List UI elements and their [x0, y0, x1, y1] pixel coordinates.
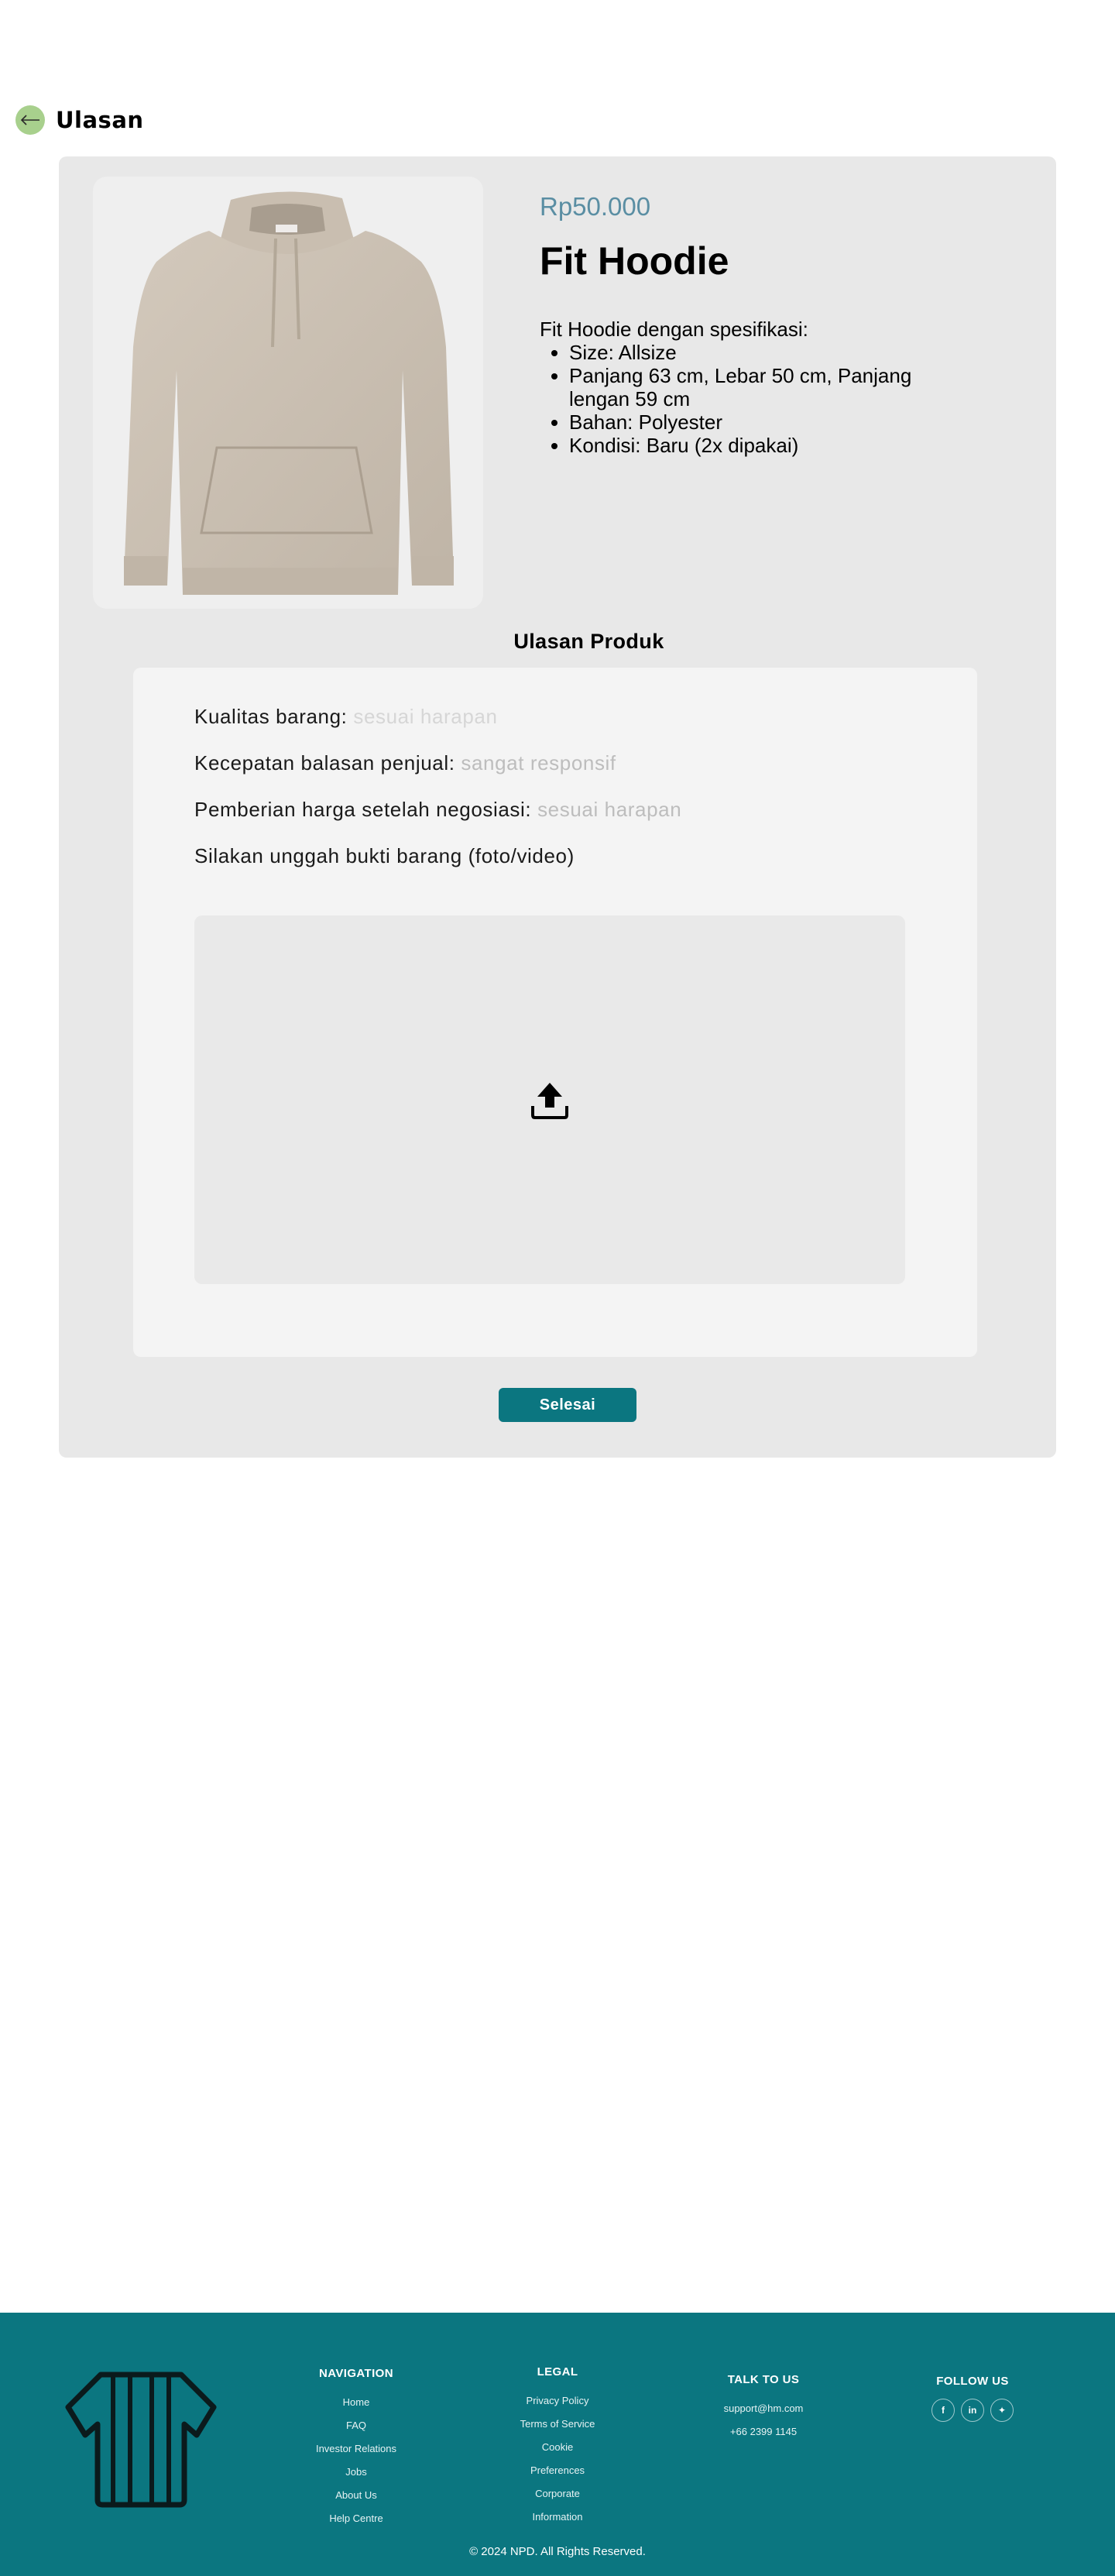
footer-follow-title: FOLLOW US — [936, 2375, 1009, 2388]
footer-link-terms[interactable]: Terms of Service — [480, 2413, 635, 2436]
price-value[interactable]: sesuai harapan — [537, 798, 681, 821]
footer-link-preferences[interactable]: Preferences — [480, 2459, 635, 2482]
spec-item: Size: Allsize — [569, 341, 973, 364]
facebook-icon[interactable]: f — [931, 2399, 955, 2422]
product-name: Fit Hoodie — [540, 239, 729, 283]
back-button[interactable] — [15, 105, 45, 135]
footer-legal-title: LEGAL — [537, 2365, 578, 2379]
footer-navigation-title: NAVIGATION — [319, 2367, 393, 2380]
speed-value[interactable]: sangat responsif — [461, 751, 616, 775]
speed-label: Kecepatan balasan penjual: — [194, 751, 455, 775]
footer-navigation: NAVIGATION Home FAQ Investor Relations J… — [279, 2367, 434, 2530]
linkedin-icon[interactable]: in — [961, 2399, 984, 2422]
footer-link-privacy[interactable]: Privacy Policy — [480, 2389, 635, 2413]
copyright: © 2024 NPD. All Rights Reserved. — [469, 2545, 646, 2558]
hoodie-image — [124, 191, 454, 595]
social-links: f in ✦ — [895, 2399, 1050, 2422]
footer-legal: LEGAL Privacy Policy Terms of Service Co… — [480, 2365, 635, 2529]
product-image — [93, 177, 483, 609]
footer-link-help[interactable]: Help Centre — [279, 2507, 434, 2530]
footer-follow: FOLLOW US f in ✦ — [895, 2375, 1050, 2422]
footer-link-home[interactable]: Home — [279, 2391, 434, 2414]
footer-link-faq[interactable]: FAQ — [279, 2414, 434, 2437]
spec-item: Kondisi: Baru (2x dipakai) — [569, 434, 973, 457]
footer-email[interactable]: support@hm.com — [686, 2397, 841, 2420]
page-header: Ulasan — [15, 105, 144, 135]
footer-link-information[interactable]: Information — [480, 2506, 635, 2529]
arrow-left-icon — [20, 115, 39, 125]
spec-item: Panjang 63 cm, Lebar 50 cm, Panjang leng… — [569, 364, 973, 410]
product-info: Rp50.000 Fit Hoodie Fit Hoodie dengan sp… — [540, 192, 973, 457]
footer-link-jobs[interactable]: Jobs — [279, 2461, 434, 2484]
spec-item: Bahan: Polyester — [569, 410, 973, 434]
footer-link-cookie[interactable]: Cookie — [480, 2436, 635, 2459]
review-heading: Ulasan Produk — [513, 630, 664, 653]
upload-icon — [531, 1083, 568, 1119]
spec-list: Size: Allsize Panjang 63 cm, Lebar 50 cm… — [540, 341, 973, 457]
shirt-logo-icon — [65, 2372, 217, 2508]
page-title: Ulasan — [56, 107, 144, 133]
quality-value[interactable]: sesuai harapan — [353, 705, 497, 728]
quality-label: Kualitas barang: — [194, 705, 348, 728]
upload-dropzone[interactable] — [194, 915, 905, 1284]
description-intro: Fit Hoodie dengan spesifikasi: — [540, 318, 808, 341]
footer-link-corporate[interactable]: Corporate — [480, 2482, 635, 2506]
footer-link-about[interactable]: About Us — [279, 2484, 434, 2507]
speed-row: Kecepatan balasan penjual: sangat respon… — [194, 751, 616, 775]
footer-phone[interactable]: +66 2399 1145 — [686, 2420, 841, 2444]
footer: NAVIGATION Home FAQ Investor Relations J… — [0, 2313, 1115, 2576]
product-description: Fit Hoodie dengan spesifikasi: Size: All… — [540, 318, 973, 457]
upload-row: Silakan unggah bukti barang (foto/video) — [194, 844, 575, 868]
footer-link-investor[interactable]: Investor Relations — [279, 2437, 434, 2461]
price-row: Pemberian harga setelah negosiasi: sesua… — [194, 798, 681, 822]
submit-button[interactable]: Selesai — [499, 1388, 636, 1422]
footer-talk-title: TALK TO US — [727, 2373, 800, 2386]
quality-row: Kualitas barang: sesuai harapan — [194, 705, 498, 729]
price-label: Pemberian harga setelah negosiasi: — [194, 798, 532, 821]
twitter-icon[interactable]: ✦ — [990, 2399, 1014, 2422]
product-price: Rp50.000 — [540, 192, 651, 221]
upload-label: Silakan unggah bukti barang (foto/video) — [194, 844, 575, 867]
footer-talk: TALK TO US support@hm.com +66 2399 1145 — [686, 2373, 841, 2444]
